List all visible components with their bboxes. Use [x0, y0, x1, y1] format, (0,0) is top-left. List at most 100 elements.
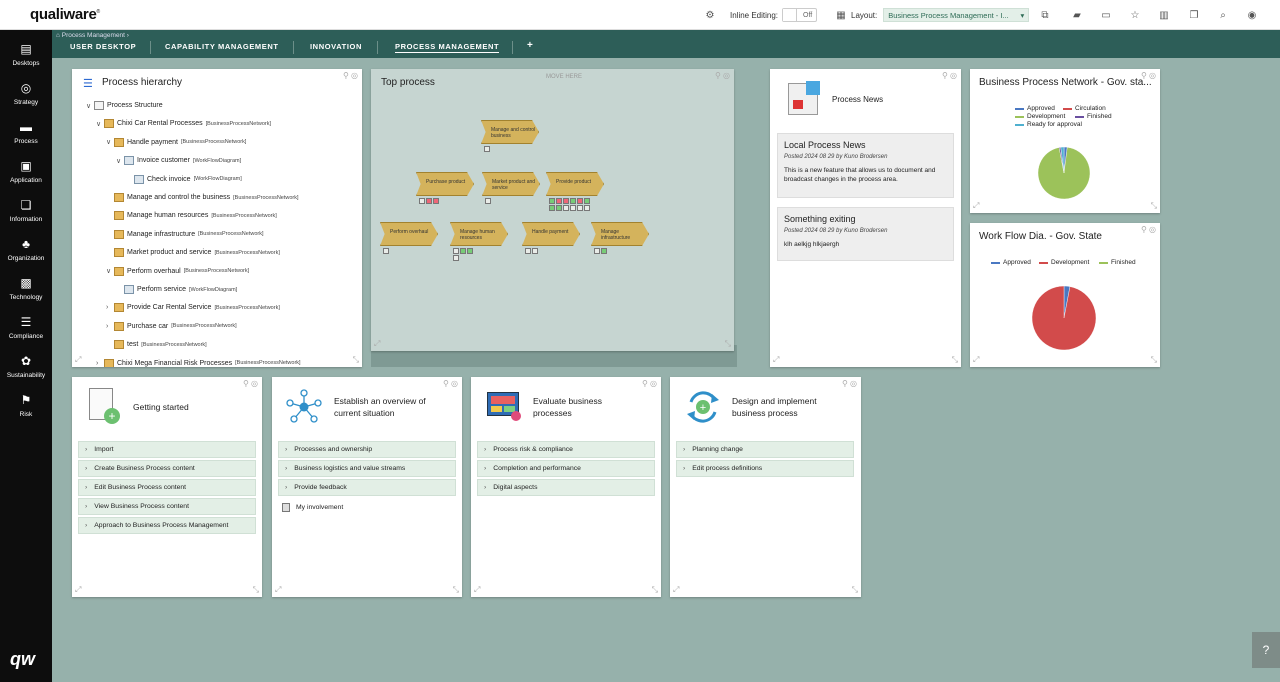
sidebar-item-organization[interactable]: ♣ Organization [0, 237, 52, 262]
pin-icon[interactable]: ⚲ ◎ [343, 71, 358, 80]
card-link[interactable]: › Create Business Process content [78, 460, 256, 477]
process-shape[interactable]: Handle payment [522, 222, 580, 246]
sidebar-item-sustainability[interactable]: ✿ Sustainability [0, 354, 52, 379]
tree-node[interactable]: Manage and control the business [Business… [106, 193, 299, 202]
card-link[interactable]: › Processes and ownership [278, 441, 456, 458]
card-link[interactable]: › Edit Business Process content [78, 479, 256, 496]
help-button[interactable]: ? [1252, 632, 1280, 668]
sidebar-item-technology[interactable]: ▩ Technology [0, 276, 52, 301]
card-link[interactable]: › Planning change [676, 441, 854, 458]
user-icon[interactable]: ◉ [1245, 0, 1259, 30]
documents-icon[interactable]: ❐ [1187, 0, 1201, 30]
sidebar-item-desktops[interactable]: ▤ Desktops [0, 42, 52, 67]
card-link[interactable]: › Approach to Business Process Management [78, 517, 256, 534]
resize-icon[interactable]: ⤢ [75, 585, 81, 595]
resize-icon[interactable]: ⤢ [374, 339, 380, 349]
tree-node[interactable]: Market product and service [BusinessProce… [106, 248, 280, 258]
resize-icon[interactable]: ⤢ [474, 585, 480, 595]
sidebar-item-application[interactable]: ▣ Application [0, 159, 52, 184]
expand-toggle-icon[interactable]: › [106, 304, 114, 311]
resize-icon[interactable]: ⤡ [253, 585, 259, 595]
card-link[interactable]: › View Business Process content [78, 498, 256, 515]
search-icon[interactable]: ⌕ [1216, 0, 1230, 30]
pin-icon[interactable]: ⚲ ◎ [642, 379, 657, 388]
breadcrumb[interactable]: ⌂ Process Management › [56, 32, 129, 39]
pin-icon[interactable]: ⚲ ◎ [1141, 225, 1156, 234]
tree-node[interactable]: ∨ Invoice customer [WorkFlowDiagram] [116, 156, 241, 166]
tree-node[interactable]: test [BusinessProcessNetwork] [106, 340, 207, 350]
sidebar-item-compliance[interactable]: ☰ Compliance [0, 315, 52, 340]
pin-icon[interactable]: ⚲ ◎ [942, 71, 957, 80]
layout-select[interactable]: Business Process Management - I... ▾ [883, 8, 1030, 22]
pin-icon[interactable]: ⚲ ◎ [443, 379, 458, 388]
tree-node[interactable]: ∨ Handle payment [BusinessProcessNetwork] [106, 137, 246, 147]
resize-icon[interactable]: ⤢ [973, 201, 979, 211]
tree-node[interactable]: › Purchase car [BusinessProcessNetwork] [106, 321, 237, 331]
card-link[interactable]: › Digital aspects [477, 479, 655, 496]
tab-user-desktop[interactable]: USER DESKTOP [70, 42, 136, 51]
process-shape[interactable]: Manage infrastructure [591, 222, 649, 246]
process-shape[interactable]: Manage human resources [450, 222, 508, 246]
news-item[interactable]: Local Process News Posted 2024 08 29 by … [777, 133, 954, 198]
resize-icon[interactable]: ⤡ [852, 585, 858, 595]
sidebar-item-process[interactable]: ▬ Process [0, 120, 52, 145]
my-involvement-link[interactable]: My involvement [282, 503, 343, 512]
card-link[interactable]: › Provide feedback [278, 479, 456, 496]
sidebar-item-information[interactable]: ❏ Information [0, 198, 52, 223]
expand-toggle-icon[interactable]: ∨ [116, 157, 124, 165]
star-icon[interactable]: ☆ [1128, 0, 1142, 30]
tab-capability-management[interactable]: CAPABILITY MANAGEMENT [165, 42, 279, 51]
sidebar-item-strategy[interactable]: ◎ Strategy [0, 81, 52, 106]
expand-toggle-icon[interactable]: › [96, 360, 104, 367]
inline-editing-toggle[interactable]: Off [782, 8, 818, 22]
resize-icon[interactable]: ⤡ [453, 585, 459, 595]
tab-innovation[interactable]: INNOVATION [310, 42, 362, 51]
tree-node[interactable]: Manage infrastructure [BusinessProcessNet… [106, 229, 264, 239]
resize-icon[interactable]: ⤡ [353, 355, 359, 365]
tree-node[interactable]: Check invoice [WorkFlowDiagram] [126, 174, 242, 184]
resize-icon[interactable]: ⤡ [725, 339, 731, 349]
pie-slice-development[interactable] [1032, 286, 1097, 351]
process-shape[interactable]: Manage and control business [481, 120, 539, 144]
columns-icon[interactable]: ▥ [1157, 0, 1171, 30]
expand-toggle-icon[interactable]: ∨ [96, 120, 104, 128]
tree-node[interactable]: › Provide Car Rental Service [BusinessProc… [106, 303, 280, 313]
process-shape[interactable]: Provide product [546, 172, 604, 196]
resize-icon[interactable]: ⤡ [1151, 201, 1157, 211]
card-link[interactable]: › Completion and performance [477, 460, 655, 477]
presentation-icon[interactable]: ▭ [1099, 0, 1113, 30]
resize-icon[interactable]: ⤡ [952, 355, 958, 365]
resize-icon[interactable]: ⤢ [673, 585, 679, 595]
qualiware-logo[interactable]: qualiware® [30, 6, 100, 23]
resize-icon[interactable]: ⤢ [973, 355, 979, 365]
sidebar-item-risk[interactable]: ⚑ Risk [0, 393, 52, 418]
add-tab-button[interactable]: + [527, 40, 533, 51]
tree-node[interactable]: ∨ Perform overhaul [BusinessProcessNetwork… [106, 266, 249, 276]
pin-icon[interactable]: ⚲ ◎ [715, 71, 730, 80]
resize-icon[interactable]: ⤡ [1151, 355, 1157, 365]
card-link[interactable]: › Edit process definitions [676, 460, 854, 477]
tree-node[interactable]: Perform service [WorkFlowDiagram] [116, 285, 237, 294]
resize-icon[interactable]: ⤡ [652, 585, 658, 595]
process-shape[interactable]: Perform overhaul [380, 222, 438, 246]
process-shape[interactable]: Purchase product [416, 172, 474, 196]
card-link[interactable]: › Process risk & compliance [477, 441, 655, 458]
card-link[interactable]: › Import [78, 441, 256, 458]
expand-toggle-icon[interactable]: › [106, 323, 114, 330]
expand-toggle-icon[interactable]: ∨ [106, 138, 114, 146]
folder-icon[interactable]: ▰ [1070, 0, 1084, 30]
pin-icon[interactable]: ⚲ ◎ [842, 379, 857, 388]
tree-node[interactable]: › Chixi Mega Financial Risk Processes [Bus… [96, 358, 301, 367]
tree-node[interactable]: ∨ Process Structure [86, 101, 166, 110]
tab-process-management[interactable]: PROCESS MANAGEMENT [395, 42, 500, 53]
pin-icon[interactable]: ⚲ ◎ [243, 379, 258, 388]
expand-toggle-icon[interactable]: ∨ [86, 102, 94, 110]
resize-icon[interactable]: ⤢ [75, 355, 81, 365]
gear-icon[interactable]: ⚙ [703, 0, 717, 30]
expand-toggle-icon[interactable]: ∨ [106, 267, 114, 275]
tree-node[interactable]: ∨ Chixi Car Rental Processes [BusinessProc… [96, 119, 271, 129]
resize-icon[interactable]: ⤢ [275, 585, 281, 595]
copy-layout-icon[interactable]: ⧉ [1038, 0, 1052, 30]
news-item[interactable]: Something exiting Posted 2024 08 29 by K… [777, 207, 954, 261]
resize-icon[interactable]: ⤢ [773, 355, 779, 365]
